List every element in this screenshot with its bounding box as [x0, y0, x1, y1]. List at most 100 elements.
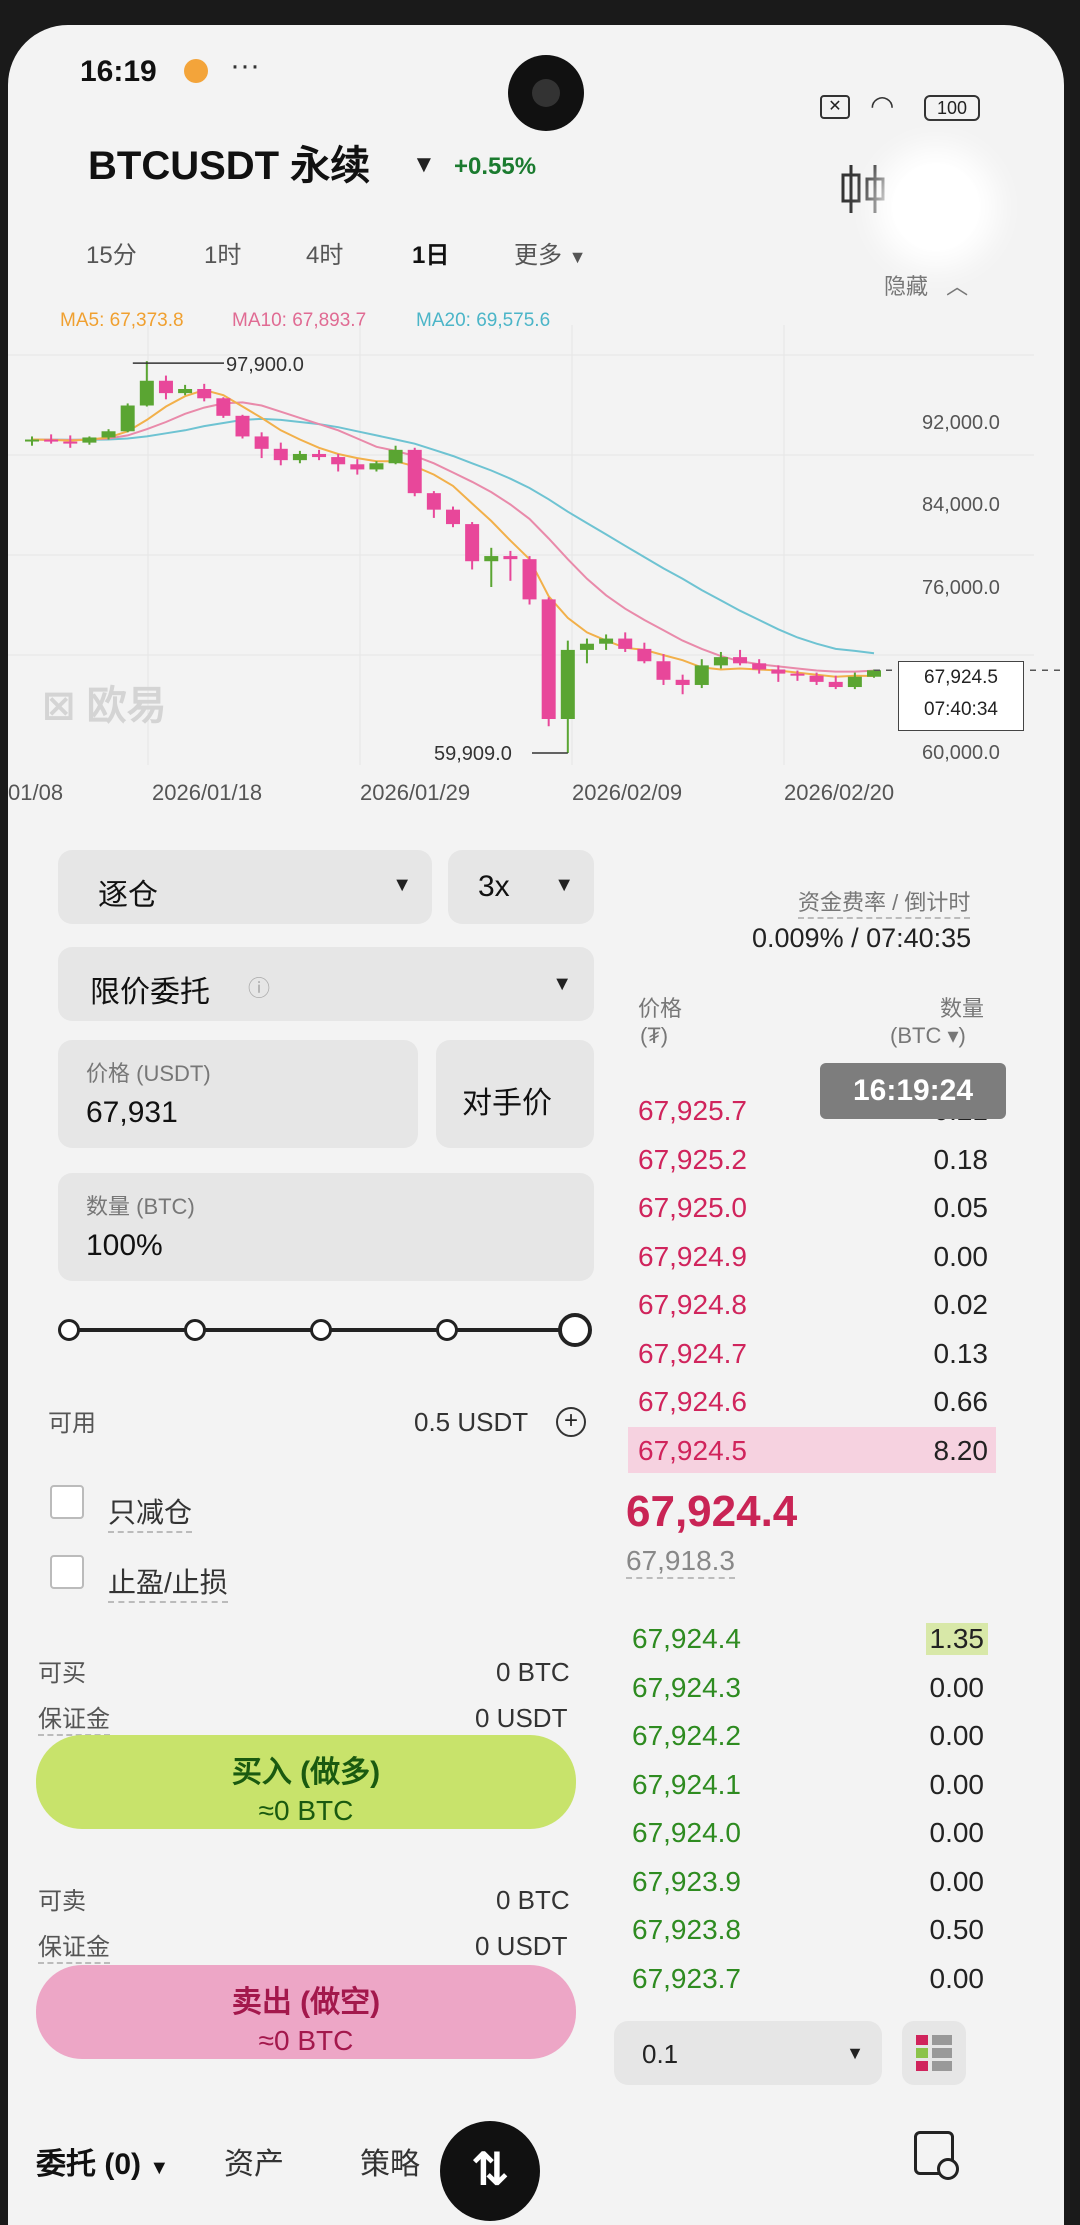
candlestick-toggle-icon[interactable] — [838, 161, 888, 222]
ask-row[interactable]: 67,924.8 0.02 — [628, 1281, 996, 1327]
candle-body — [254, 436, 269, 449]
bid-row[interactable]: 67,924.2 0.00 — [622, 1712, 996, 1758]
bid-qty: 0.00 — [929, 1720, 985, 1751]
ask-row[interactable]: 67,925.0 0.05 — [628, 1184, 996, 1230]
y-tick-92000: 92,000.0 — [922, 412, 1000, 434]
margin-mode-select[interactable]: 逐仓 ▼ — [58, 850, 432, 924]
candle-body — [637, 648, 652, 662]
quantity-input[interactable]: 数量 (BTC) 100% — [58, 1173, 594, 1281]
can-buy-value: 0 BTC — [496, 1657, 570, 1687]
ask-price: 67,924.6 — [638, 1386, 747, 1417]
quantity-input-value: 100% — [86, 1229, 163, 1262]
candle-body — [63, 441, 78, 444]
timeframe-15m[interactable]: 15分 — [86, 235, 137, 270]
slider-thumb[interactable] — [558, 1313, 592, 1347]
orderbook-layout-button[interactable] — [902, 2021, 966, 2085]
status-time: 16:19 — [80, 55, 157, 88]
bid-row[interactable]: 67,924.0 0.00 — [622, 1809, 996, 1855]
tp-sl-label[interactable]: 止盈/止损 — [108, 1561, 228, 1603]
ask-row[interactable]: 67,925.2 0.18 — [628, 1136, 996, 1182]
bid-row[interactable]: 67,923.8 0.50 — [622, 1906, 996, 1952]
tab-strategy[interactable]: 策略 — [360, 2139, 420, 2183]
leverage-value: 3x — [478, 870, 510, 903]
buy-margin-value: 0 USDT — [475, 1703, 568, 1733]
y-tick-76000: 76,000.0 — [922, 577, 1000, 599]
candle-body — [484, 556, 499, 562]
reduce-only-label[interactable]: 只减仓 — [108, 1491, 193, 1533]
tab-orders-label: 委托 (0) — [36, 2148, 141, 2181]
candle-body — [790, 673, 805, 676]
price-input-value: 67,931 — [86, 1096, 178, 1129]
tab-orders[interactable]: 委托 (0) ▼ — [36, 2139, 169, 2183]
bid-row[interactable]: 67,924.3 0.00 — [622, 1664, 996, 1710]
counter-price-label: 对手价 — [462, 1087, 552, 1120]
app-notification-icon — [184, 59, 208, 83]
timeframe-1d[interactable]: 1日 — [412, 235, 449, 270]
caret-down-icon: ▼ — [568, 247, 587, 267]
light-glare — [892, 163, 980, 251]
bid-price: 67,923.9 — [632, 1865, 741, 1897]
counter-price-button[interactable]: 对手价 — [436, 1040, 594, 1148]
candle-body — [235, 415, 250, 437]
candle-body — [312, 453, 327, 458]
bid-row[interactable]: 67,923.9 0.00 — [622, 1858, 996, 1904]
watermark-icon: ⊠ — [42, 684, 76, 728]
y-tick-84000: 84,000.0 — [922, 494, 1000, 516]
bid-row[interactable]: 67,924.4 1.35 — [622, 1615, 996, 1661]
bid-row[interactable]: 67,923.7 0.00 — [622, 1955, 996, 2001]
can-sell-label: 可卖 — [38, 1888, 86, 1915]
candle-body — [139, 380, 154, 406]
slider-stop-75[interactable] — [436, 1319, 458, 1341]
price-change: +0.55% — [454, 153, 537, 180]
leverage-select[interactable]: 3x ▼ — [448, 850, 594, 924]
slider-stop-50[interactable] — [310, 1319, 332, 1341]
slider-stop-25[interactable] — [184, 1319, 206, 1341]
candle-body — [713, 657, 728, 666]
caret-down-icon: ▼ — [149, 2157, 170, 2179]
more-timeframes-button[interactable]: 更多 ▼ — [514, 235, 587, 270]
timeframe-1h[interactable]: 1时 — [204, 235, 241, 270]
ma10-line — [31, 401, 875, 673]
x-tick-3: 2026/02/09 — [572, 780, 683, 805]
candle-body — [101, 431, 116, 438]
symbol-title[interactable]: BTCUSDT 永续 — [88, 133, 370, 191]
timeframe-4h[interactable]: 4时 — [306, 235, 343, 270]
candle-body — [560, 649, 575, 719]
order-type-value: 限价委托 — [90, 976, 210, 1009]
sell-short-button[interactable]: 卖出 (做空) ≈0 BTC — [36, 1965, 576, 2059]
chevron-up-icon: ︿ — [946, 274, 969, 299]
funding-rate-label[interactable]: 资金费率 / 倒计时 — [798, 885, 971, 919]
candle-body — [350, 464, 365, 470]
quantity-slider[interactable] — [58, 1311, 592, 1351]
candle-body — [828, 681, 843, 688]
bid-price: 67,924.0 — [632, 1817, 741, 1848]
order-history-icon[interactable] — [914, 2131, 959, 2180]
swap-arrows-icon[interactable]: ⇅ — [440, 2121, 540, 2221]
caret-down-icon: ▼ — [554, 874, 574, 896]
hide-chart-button[interactable]: 隐藏 ︿ — [884, 269, 968, 301]
orderbook-qty-header: 数量 — [940, 996, 985, 1021]
precision-select[interactable]: 0.1 ▼ — [614, 2021, 882, 2085]
tab-assets[interactable]: 资产 — [224, 2139, 284, 2183]
transfer-plus-icon[interactable]: + — [556, 1407, 586, 1437]
reduce-only-checkbox[interactable] — [50, 1485, 84, 1519]
orderbook-qty-unit-select[interactable]: (BTC ▾) — [890, 1023, 966, 1049]
ask-row[interactable]: 67,924.6 0.66 — [628, 1378, 996, 1424]
candle-body — [292, 453, 307, 461]
candle-body — [216, 398, 231, 416]
last-price[interactable]: 67,924.4 — [626, 1487, 797, 1537]
slider-stop-0[interactable] — [58, 1319, 80, 1341]
candle-body — [426, 493, 441, 510]
candle-body — [541, 599, 556, 719]
info-icon[interactable]: ⓘ — [248, 971, 270, 1003]
ask-row[interactable]: 67,924.9 0.00 — [628, 1233, 996, 1279]
price-input[interactable]: 价格 (USDT) 67,931 — [58, 1040, 418, 1148]
order-type-select[interactable]: 限价委托 ⓘ ▼ — [58, 947, 594, 1021]
bid-row[interactable]: 67,924.1 0.00 — [622, 1761, 996, 1807]
buy-long-button[interactable]: 买入 (做多) ≈0 BTC — [36, 1735, 576, 1829]
symbol-dropdown-icon[interactable]: ▼ — [412, 151, 436, 179]
ask-row[interactable]: 67,924.5 8.20 — [628, 1426, 996, 1473]
ask-row[interactable]: 67,924.7 0.13 — [628, 1330, 996, 1376]
mark-price[interactable]: 67,918.3 — [626, 1545, 735, 1579]
tp-sl-checkbox[interactable] — [50, 1555, 84, 1589]
